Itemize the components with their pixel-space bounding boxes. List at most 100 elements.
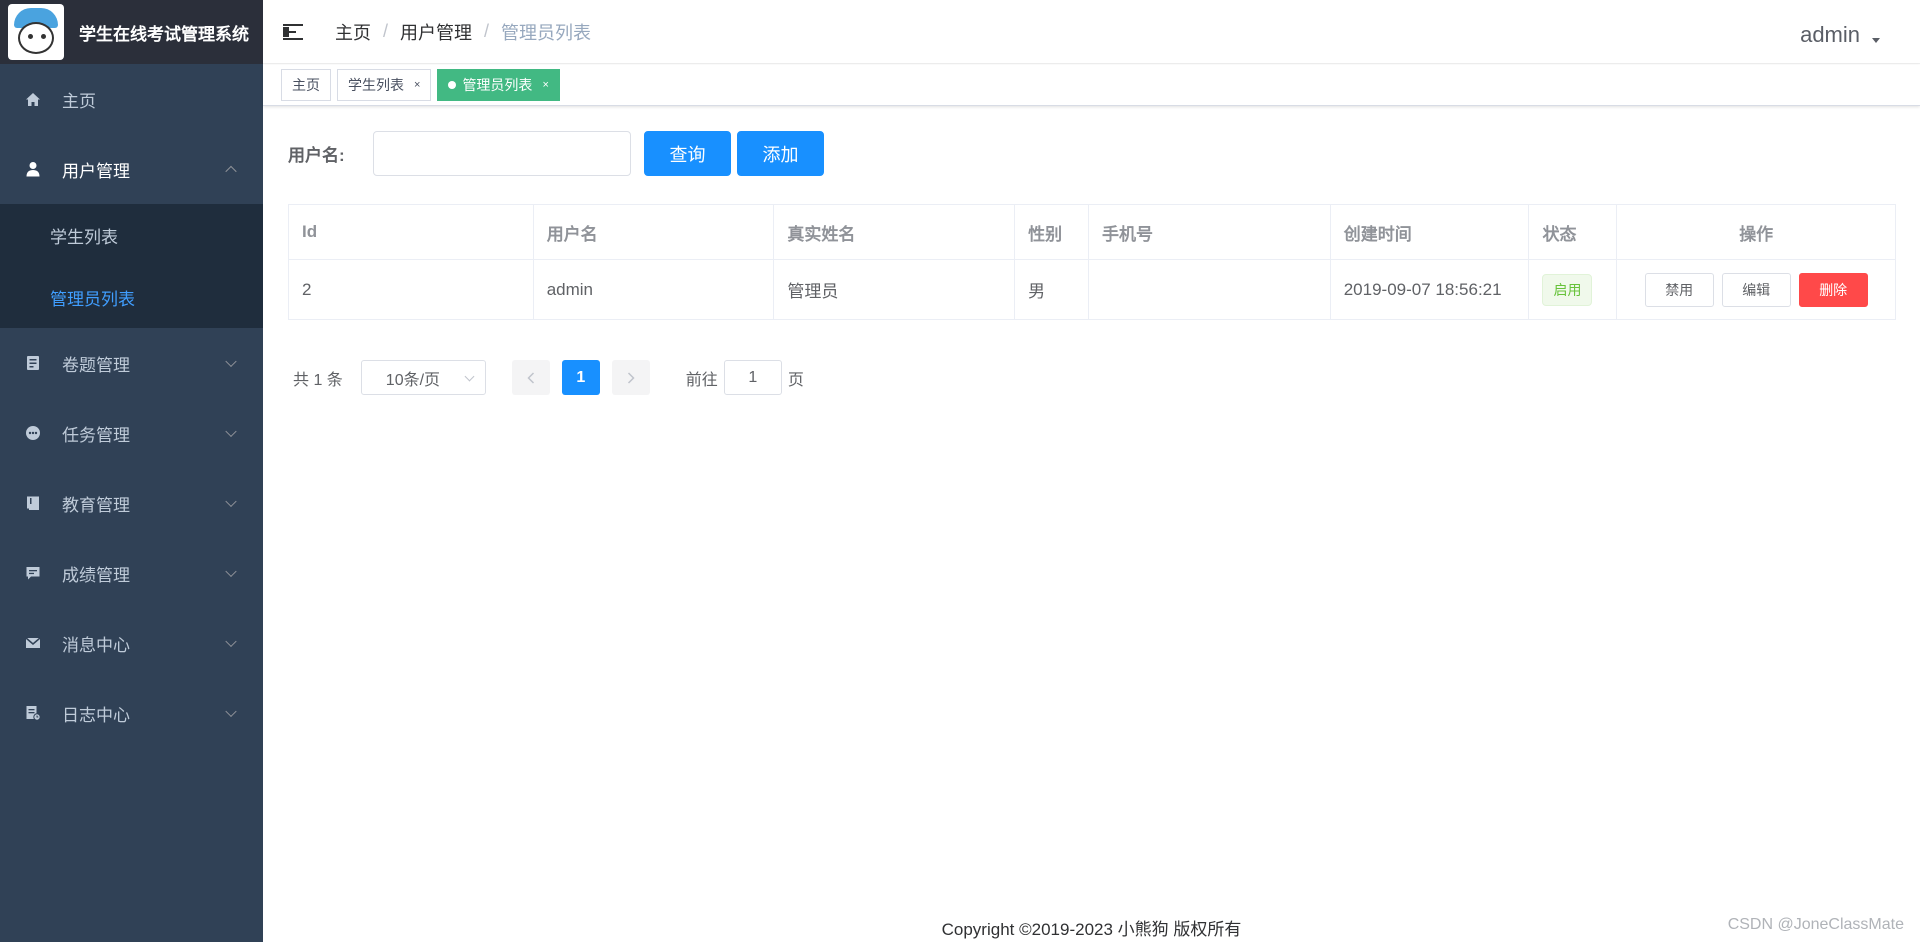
- username: admin: [1800, 22, 1860, 47]
- query-button[interactable]: 查询: [644, 131, 731, 176]
- column-header: 创建时间: [1331, 205, 1530, 259]
- chevron-left-icon: [527, 371, 534, 384]
- delete-button[interactable]: 删除: [1798, 272, 1868, 307]
- cell-phone: [1089, 260, 1331, 319]
- mail-icon: [24, 634, 42, 652]
- table-row: 2 admin 管理员 男 2019-09-07 18:56:21 启用 禁用 …: [289, 260, 1895, 319]
- tag-label: 学生列表: [348, 77, 404, 93]
- sidebar-item-label: 成绩管理: [62, 565, 130, 585]
- column-header: 性别: [1015, 205, 1090, 259]
- edit-button[interactable]: 编辑: [1721, 272, 1791, 307]
- cell-username: admin: [534, 260, 775, 319]
- chevron-right-icon: [627, 371, 635, 384]
- sidebar-item-label: 任务管理: [62, 425, 130, 445]
- cell-status: 启用: [1529, 260, 1618, 319]
- search-label: 用户名:: [288, 146, 345, 165]
- user-dropdown[interactable]: admin: [1800, 22, 1880, 48]
- breadcrumb-home[interactable]: 主页: [335, 19, 371, 45]
- cell-id: 2: [289, 260, 534, 319]
- chevron-down-icon: [225, 705, 237, 718]
- column-header: Id: [289, 205, 534, 259]
- chevron-down-icon: [225, 635, 237, 648]
- chevron-down-icon: [225, 425, 237, 438]
- search-form: 用户名: 查询 添加: [288, 131, 824, 176]
- page-jumper: 前往 页: [686, 360, 804, 395]
- sidebar-item-user-management[interactable]: 用户管理: [0, 134, 263, 204]
- pagination-total: 共 1 条: [293, 371, 343, 389]
- sidebar-item-admin-list[interactable]: 管理员列表: [0, 266, 263, 328]
- sidebar: 学生在线考试管理系统 主页 用户管理 学生列表 管理员列表 卷题管理 任务管理: [0, 0, 263, 942]
- sidebar-item-message-center[interactable]: 消息中心: [0, 608, 263, 678]
- breadcrumb-current: 管理员列表: [501, 22, 592, 43]
- breadcrumb-separator: /: [383, 21, 389, 41]
- sidebar-item-exam-management[interactable]: 卷题管理: [0, 328, 263, 398]
- copyright-footer: Copyright ©2019-2023 小熊狗 版权所有: [941, 920, 1242, 939]
- hamburger-icon[interactable]: [283, 23, 305, 41]
- tag-student-list[interactable]: 学生列表 ×: [337, 69, 432, 101]
- home-icon: [24, 90, 42, 108]
- goto-page-input[interactable]: [723, 360, 782, 395]
- column-header: 手机号: [1089, 205, 1331, 259]
- cell-realname: 管理员: [774, 260, 1016, 319]
- sidebar-item-label: 卷题管理: [62, 355, 130, 375]
- tag-home[interactable]: 主页: [281, 69, 331, 101]
- chevron-up-icon: [225, 165, 237, 178]
- prev-page-button[interactable]: [511, 360, 550, 395]
- app-title: 学生在线考试管理系统: [79, 24, 249, 44]
- breadcrumb-user-management[interactable]: 用户管理: [400, 19, 472, 45]
- tags-view: 主页 学生列表 × 管理员列表 ×: [263, 65, 1920, 106]
- chat-icon: [24, 564, 42, 582]
- tag-label: 管理员列表: [462, 77, 533, 93]
- sidebar-item-label: 教育管理: [62, 495, 130, 515]
- column-header: 真实姓名: [774, 205, 1016, 259]
- chevron-down-icon: [464, 371, 475, 382]
- close-icon[interactable]: ×: [414, 79, 420, 91]
- disable-button[interactable]: 禁用: [1644, 272, 1714, 307]
- admin-table: Id 用户名 真实姓名 性别 手机号 创建时间 状态 操作 2 admin 管理…: [288, 204, 1896, 320]
- chevron-down-icon: [225, 495, 237, 508]
- sidebar-item-education-management[interactable]: 教育管理: [0, 468, 263, 538]
- close-icon[interactable]: ×: [542, 79, 548, 91]
- table-header: Id 用户名 真实姓名 性别 手机号 创建时间 状态 操作: [289, 205, 1895, 260]
- chevron-down-icon: [225, 355, 237, 368]
- watermark: CSDN @JoneClassMate: [1727, 916, 1904, 933]
- next-page-button[interactable]: [611, 360, 650, 395]
- column-header: 操作: [1739, 224, 1774, 244]
- sidebar-item-label: 主页: [62, 91, 96, 111]
- page-size-value: 10条/页: [385, 371, 441, 389]
- sidebar-item-task-management[interactable]: 任务管理: [0, 398, 263, 468]
- sidebar-item-label: 日志中心: [62, 705, 130, 725]
- exam-icon: [24, 354, 42, 372]
- column-header: 状态: [1529, 205, 1618, 259]
- tag-admin-list[interactable]: 管理员列表 ×: [437, 69, 560, 101]
- chevron-down-icon: [225, 565, 237, 578]
- sidebar-item-log-center[interactable]: 日志中心: [0, 678, 263, 748]
- main-content: 用户名: 查询 添加 Id 用户名 真实姓名 性别 手机号 创建时间 状态 操作…: [263, 106, 1920, 942]
- sidebar-item-home[interactable]: 主页: [0, 64, 263, 134]
- task-icon: [24, 424, 42, 442]
- logo-image: [8, 4, 64, 60]
- goto-label: 前往: [685, 371, 718, 389]
- sidebar-item-student-list[interactable]: 学生列表: [0, 204, 263, 266]
- cell-sex: 男: [1015, 260, 1090, 319]
- user-management-submenu: 学生列表 管理员列表: [0, 204, 263, 328]
- navbar: 主页 / 用户管理 / 管理员列表 admin: [263, 0, 1920, 64]
- log-icon: [24, 704, 42, 722]
- breadcrumb-separator: /: [484, 21, 490, 41]
- cell-actions: 禁用 编辑 删除: [1617, 260, 1895, 319]
- active-dot-icon: [448, 81, 457, 89]
- user-icon: [24, 160, 42, 178]
- sidebar-item-score-management[interactable]: 成绩管理: [0, 538, 263, 608]
- page-number-current[interactable]: 1: [561, 360, 600, 395]
- logo[interactable]: 学生在线考试管理系统: [0, 0, 263, 64]
- add-button[interactable]: 添加: [737, 131, 824, 176]
- sidebar-item-label: 消息中心: [62, 635, 130, 655]
- caret-down-icon: [1872, 37, 1880, 43]
- book-icon: [24, 494, 42, 512]
- username-search-input[interactable]: [373, 131, 631, 176]
- page-size-select[interactable]: 10条/页: [360, 360, 486, 395]
- tag-label: 主页: [292, 77, 320, 93]
- breadcrumb: 主页 / 用户管理 / 管理员列表: [335, 19, 591, 45]
- cell-created: 2019-09-07 18:56:21: [1331, 260, 1530, 319]
- column-header: 用户名: [534, 205, 775, 259]
